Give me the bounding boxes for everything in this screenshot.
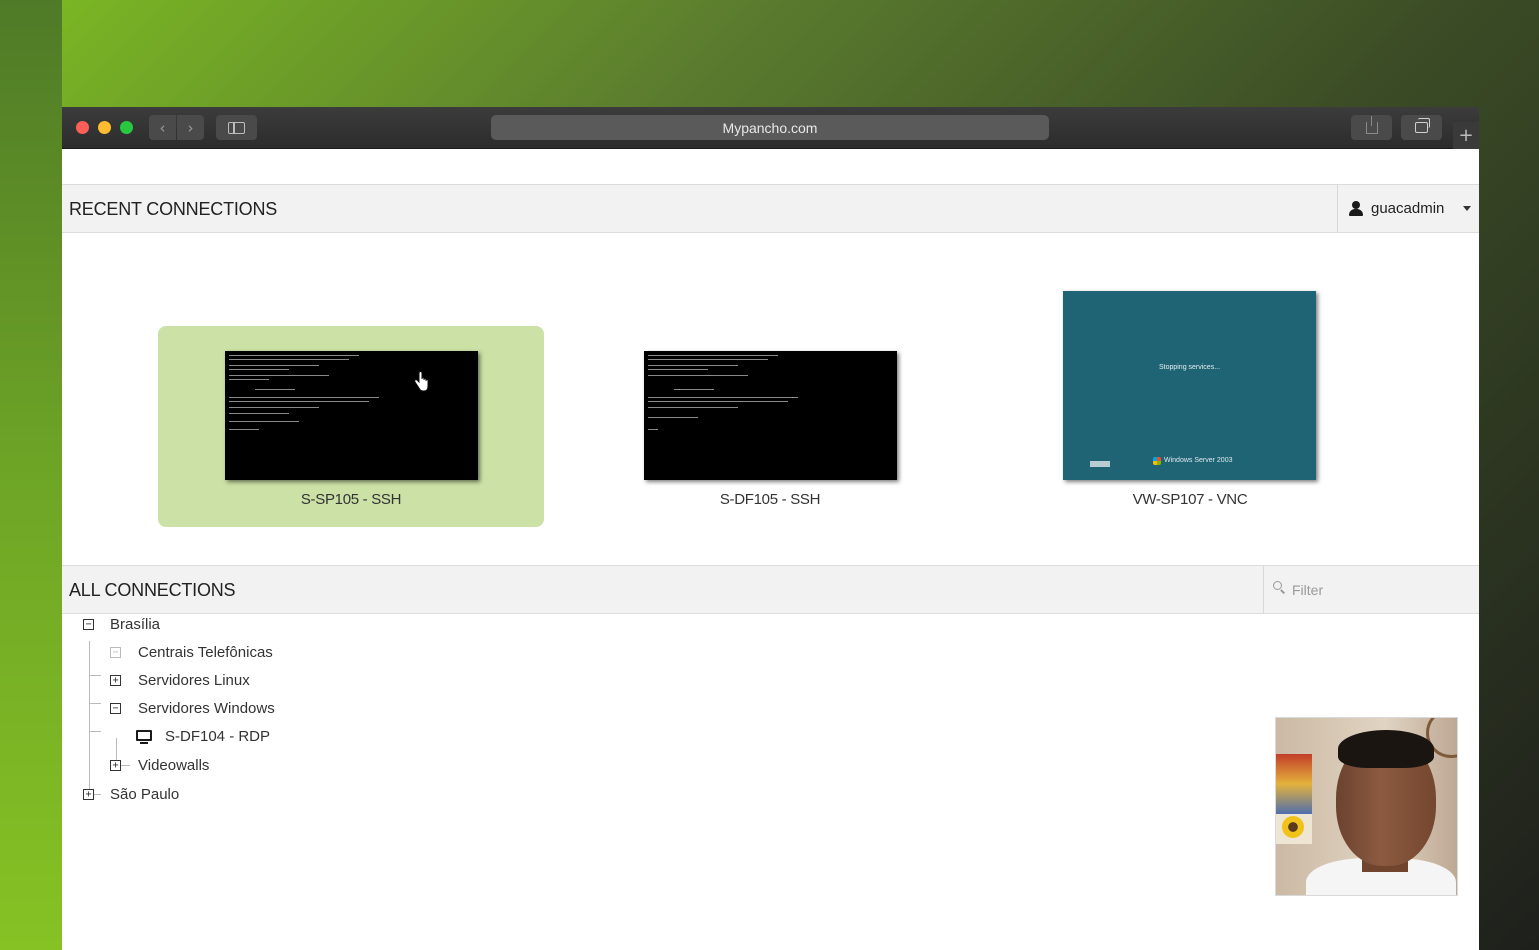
collapse-toggle-icon: − <box>110 647 121 658</box>
vnc-status-text: Stopping services... <box>1158 364 1221 371</box>
tree-group-label: Centrais Telefônicas <box>138 644 273 661</box>
monitor-icon <box>136 730 152 744</box>
user-name: guacadmin <box>1371 200 1445 217</box>
tree-connection-label: S-DF104 - RDP <box>165 728 271 745</box>
connection-label: VW-SP107 - VNC <box>1132 491 1248 508</box>
chevron-right-icon: › <box>187 118 194 137</box>
zoom-window-button[interactable] <box>120 121 133 134</box>
forward-button[interactable]: › <box>177 115 204 140</box>
expand-toggle-icon[interactable]: + <box>83 789 94 800</box>
tree-group-label: Servidores Windows <box>138 700 275 717</box>
connection-thumbnail <box>225 351 478 480</box>
user-icon <box>1349 201 1363 216</box>
windows-logo-icon <box>1153 457 1161 465</box>
connection-thumbnail: Stopping services... Windows Server 2003 <box>1063 291 1316 480</box>
webcam-overlay <box>1276 718 1457 895</box>
back-button[interactable]: ‹ <box>149 115 176 140</box>
plus-icon: + <box>1458 125 1474 146</box>
tree-group-brasilia[interactable]: − Brasília <box>62 614 362 636</box>
connection-tree: − Brasília − Centrais Telefônicas + Serv… <box>62 614 1162 874</box>
browser-window: ‹ › Mypancho.com + RECENT CONNECTIONS gu… <box>62 107 1479 950</box>
sidebar-icon <box>228 121 245 134</box>
tree-group-label: Brasília <box>110 616 161 633</box>
expand-toggle-icon[interactable]: + <box>110 675 121 686</box>
recent-connections-header: RECENT CONNECTIONS guacadmin <box>62 184 1479 233</box>
caret-down-icon <box>1463 206 1471 211</box>
recent-connection-card-vnc-sp107[interactable]: Stopping services... Windows Server 2003… <box>997 291 1383 527</box>
all-connections-title: ALL CONNECTIONS <box>69 580 236 600</box>
share-button[interactable] <box>1351 115 1392 140</box>
user-menu[interactable]: guacadmin <box>1337 185 1479 232</box>
close-window-button[interactable] <box>76 121 89 134</box>
tree-group-servidores-linux[interactable]: + Servidores Linux <box>62 670 362 692</box>
url-text: Mypancho.com <box>722 119 818 136</box>
recent-connection-card-ssh-sp105[interactable]: S-SP105 - SSH <box>158 326 544 527</box>
search-icon <box>1273 581 1286 594</box>
recent-connection-card-ssh-df105[interactable]: S-DF105 - SSH <box>577 326 963 527</box>
new-tab-button[interactable]: + <box>1453 122 1479 149</box>
connection-label: S-DF105 - SSH <box>719 491 821 508</box>
filter-input[interactable] <box>1292 578 1472 602</box>
tree-connection-s-df104-rdp[interactable]: S-DF104 - RDP <box>62 726 362 748</box>
tree-group-videowalls[interactable]: + Videowalls <box>62 755 362 777</box>
expand-toggle-icon[interactable]: + <box>110 760 121 771</box>
tree-group-centrais-telefonicas[interactable]: − Centrais Telefônicas <box>62 642 362 664</box>
vnc-brand-text: Windows Server 2003 <box>1164 457 1233 464</box>
show-tabs-button[interactable] <box>1401 115 1442 140</box>
address-bar[interactable]: Mypancho.com <box>491 115 1049 140</box>
tabs-icon <box>1415 118 1430 133</box>
desktop-background <box>0 0 62 950</box>
sidebar-toggle-button[interactable] <box>216 115 257 140</box>
tree-group-sao-paulo[interactable]: + São Paulo <box>62 784 362 806</box>
tree-group-label: São Paulo <box>110 786 180 803</box>
connection-thumbnail <box>644 351 897 480</box>
collapse-toggle-icon[interactable]: − <box>110 703 121 714</box>
tree-group-label: Videowalls <box>138 757 210 774</box>
tree-group-servidores-windows[interactable]: − Servidores Windows <box>62 698 362 720</box>
recent-connections-title: RECENT CONNECTIONS <box>69 199 278 219</box>
chevron-left-icon: ‹ <box>159 118 166 137</box>
share-icon <box>1365 115 1378 134</box>
minimize-window-button[interactable] <box>98 121 111 134</box>
collapse-toggle-icon[interactable]: − <box>83 619 94 630</box>
filter-box <box>1263 566 1479 613</box>
connection-label: S-SP105 - SSH <box>300 491 402 508</box>
browser-titlebar: ‹ › Mypancho.com + <box>62 107 1479 149</box>
hand-pointer-icon <box>414 372 428 392</box>
vnc-ctrl-alt-del-hint <box>1090 461 1110 467</box>
all-connections-header: ALL CONNECTIONS <box>62 565 1479 614</box>
tree-group-label: Servidores Linux <box>138 672 250 689</box>
